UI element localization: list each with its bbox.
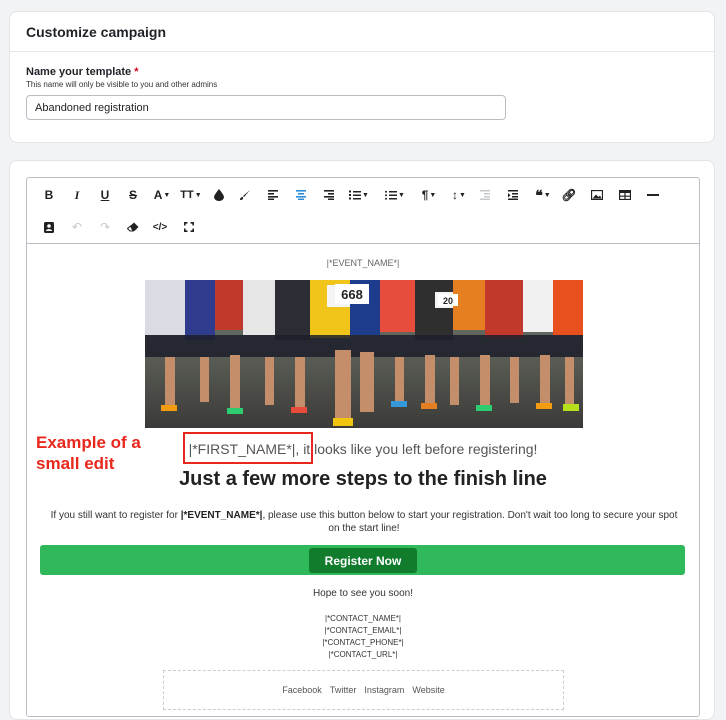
font-color-label: A: [153, 188, 163, 202]
annotation-label: Example of a small edit: [36, 432, 141, 474]
body-text-prefix: If you still want to register for: [50, 510, 181, 521]
svg-text:668: 668: [341, 287, 363, 302]
italic-button[interactable]: I: [69, 186, 85, 204]
social-link-twitter[interactable]: Twitter: [330, 685, 357, 695]
ordered-list-icon: [349, 190, 362, 200]
contact-phone-tag: |*CONTACT_PHONE*|: [322, 638, 404, 647]
social-link-instagram[interactable]: Instagram: [364, 685, 404, 695]
table-icon[interactable]: [617, 186, 633, 204]
template-name-label-text: Name your template: [26, 66, 132, 78]
underline-button[interactable]: U: [97, 186, 113, 204]
svg-text:20: 20: [443, 296, 453, 306]
indent-icon[interactable]: [505, 186, 521, 204]
clear-format-eraser-icon[interactable]: [125, 218, 141, 236]
social-links-block: Facebook Twitter Instagram Website: [163, 670, 564, 710]
bold-button[interactable]: B: [41, 186, 57, 204]
register-now-button[interactable]: Register Now: [309, 548, 417, 573]
body-event-name-tag: |*EVENT_NAME*|: [180, 510, 263, 521]
paragraph-icon: ¶: [421, 188, 429, 202]
paragraph-dropdown[interactable]: ¶ ▼: [419, 186, 439, 204]
email-content-area[interactable]: |*EVENT_NAME*| 668 20 |*FIRST_NAME*|, it…: [27, 244, 699, 716]
line-height-icon: ↕: [452, 188, 459, 202]
contact-block: |*CONTACT_NAME*| |*CONTACT_EMAIL*| |*CON…: [27, 613, 699, 661]
runners-hero-image: 668 20: [145, 280, 583, 428]
closing-line: Hope to see you soon!: [312, 588, 414, 599]
line-height-dropdown[interactable]: ↕ ▼: [449, 186, 469, 204]
font-color-dropdown[interactable]: A ▼: [151, 186, 173, 204]
align-center-icon[interactable]: [293, 186, 309, 204]
annotation-line-2: small edit: [36, 454, 115, 473]
template-name-input[interactable]: [26, 95, 506, 120]
ordered-list-dropdown[interactable]: ▼: [347, 186, 371, 204]
highlight-drop-icon[interactable]: [211, 186, 227, 204]
body-text-suffix: , please use this button below to start …: [262, 510, 678, 534]
font-size-dropdown[interactable]: TT ▼: [179, 186, 203, 204]
chevron-down-icon: ▼: [163, 191, 171, 199]
contact-name-tag: |*CONTACT_NAME*|: [324, 614, 401, 623]
quote-icon: ❝: [535, 186, 543, 203]
link-icon[interactable]: 🔗︎: [561, 186, 577, 204]
brush-icon[interactable]: [237, 186, 253, 204]
chevron-down-icon: ▼: [429, 191, 437, 199]
merge-tag-icon[interactable]: [41, 218, 57, 236]
bullet-list-icon: [385, 190, 398, 200]
fullscreen-icon[interactable]: [181, 218, 197, 236]
social-link-website[interactable]: Website: [412, 685, 444, 695]
chevron-down-icon: ▼: [194, 191, 202, 199]
contact-url-tag: |*CONTACT_URL*|: [328, 650, 398, 659]
card-title: Customize campaign: [10, 12, 714, 52]
bullet-list-dropdown[interactable]: ▼: [383, 186, 407, 204]
font-size-label: TT: [180, 189, 194, 201]
contact-email-tag: |*CONTACT_EMAIL*|: [324, 626, 402, 635]
social-link-facebook[interactable]: Facebook: [282, 685, 322, 695]
chevron-down-icon: ▼: [362, 191, 369, 199]
undo-icon[interactable]: ↶: [69, 218, 85, 236]
customize-campaign-card: Customize campaign Name your template * …: [9, 11, 715, 143]
template-name-hint: This name will only be visible to you an…: [26, 80, 218, 89]
align-left-icon[interactable]: [265, 186, 281, 204]
required-mark: *: [134, 66, 139, 78]
annotation-line-1: Example of a: [36, 433, 141, 452]
annotation-highlight-box: [183, 432, 313, 464]
event-name-tag: |*EVENT_NAME*|: [326, 258, 400, 268]
image-icon[interactable]: [589, 186, 605, 204]
editor-toolbar: B I U S A ▼ TT ▼ ▼ ▼ ¶ ▼ ↕ ▼ ❝ ▼ 🔗︎ ↶ ↷ …: [27, 178, 699, 244]
chevron-down-icon: ▼: [459, 191, 466, 199]
redo-icon[interactable]: ↷: [97, 218, 113, 236]
align-right-icon[interactable]: [321, 186, 337, 204]
strikethrough-button[interactable]: S: [125, 186, 141, 204]
code-view-icon[interactable]: </>: [151, 218, 169, 236]
chevron-down-icon: ▼: [398, 191, 405, 199]
template-name-label: Name your template *: [26, 66, 698, 78]
outdent-icon[interactable]: [477, 186, 493, 204]
chevron-down-icon: ▼: [543, 191, 551, 199]
email-body-paragraph: If you still want to register for |*EVEN…: [47, 509, 681, 535]
horizontal-rule-icon[interactable]: [645, 186, 661, 204]
blockquote-dropdown[interactable]: ❝ ▼: [531, 186, 555, 204]
